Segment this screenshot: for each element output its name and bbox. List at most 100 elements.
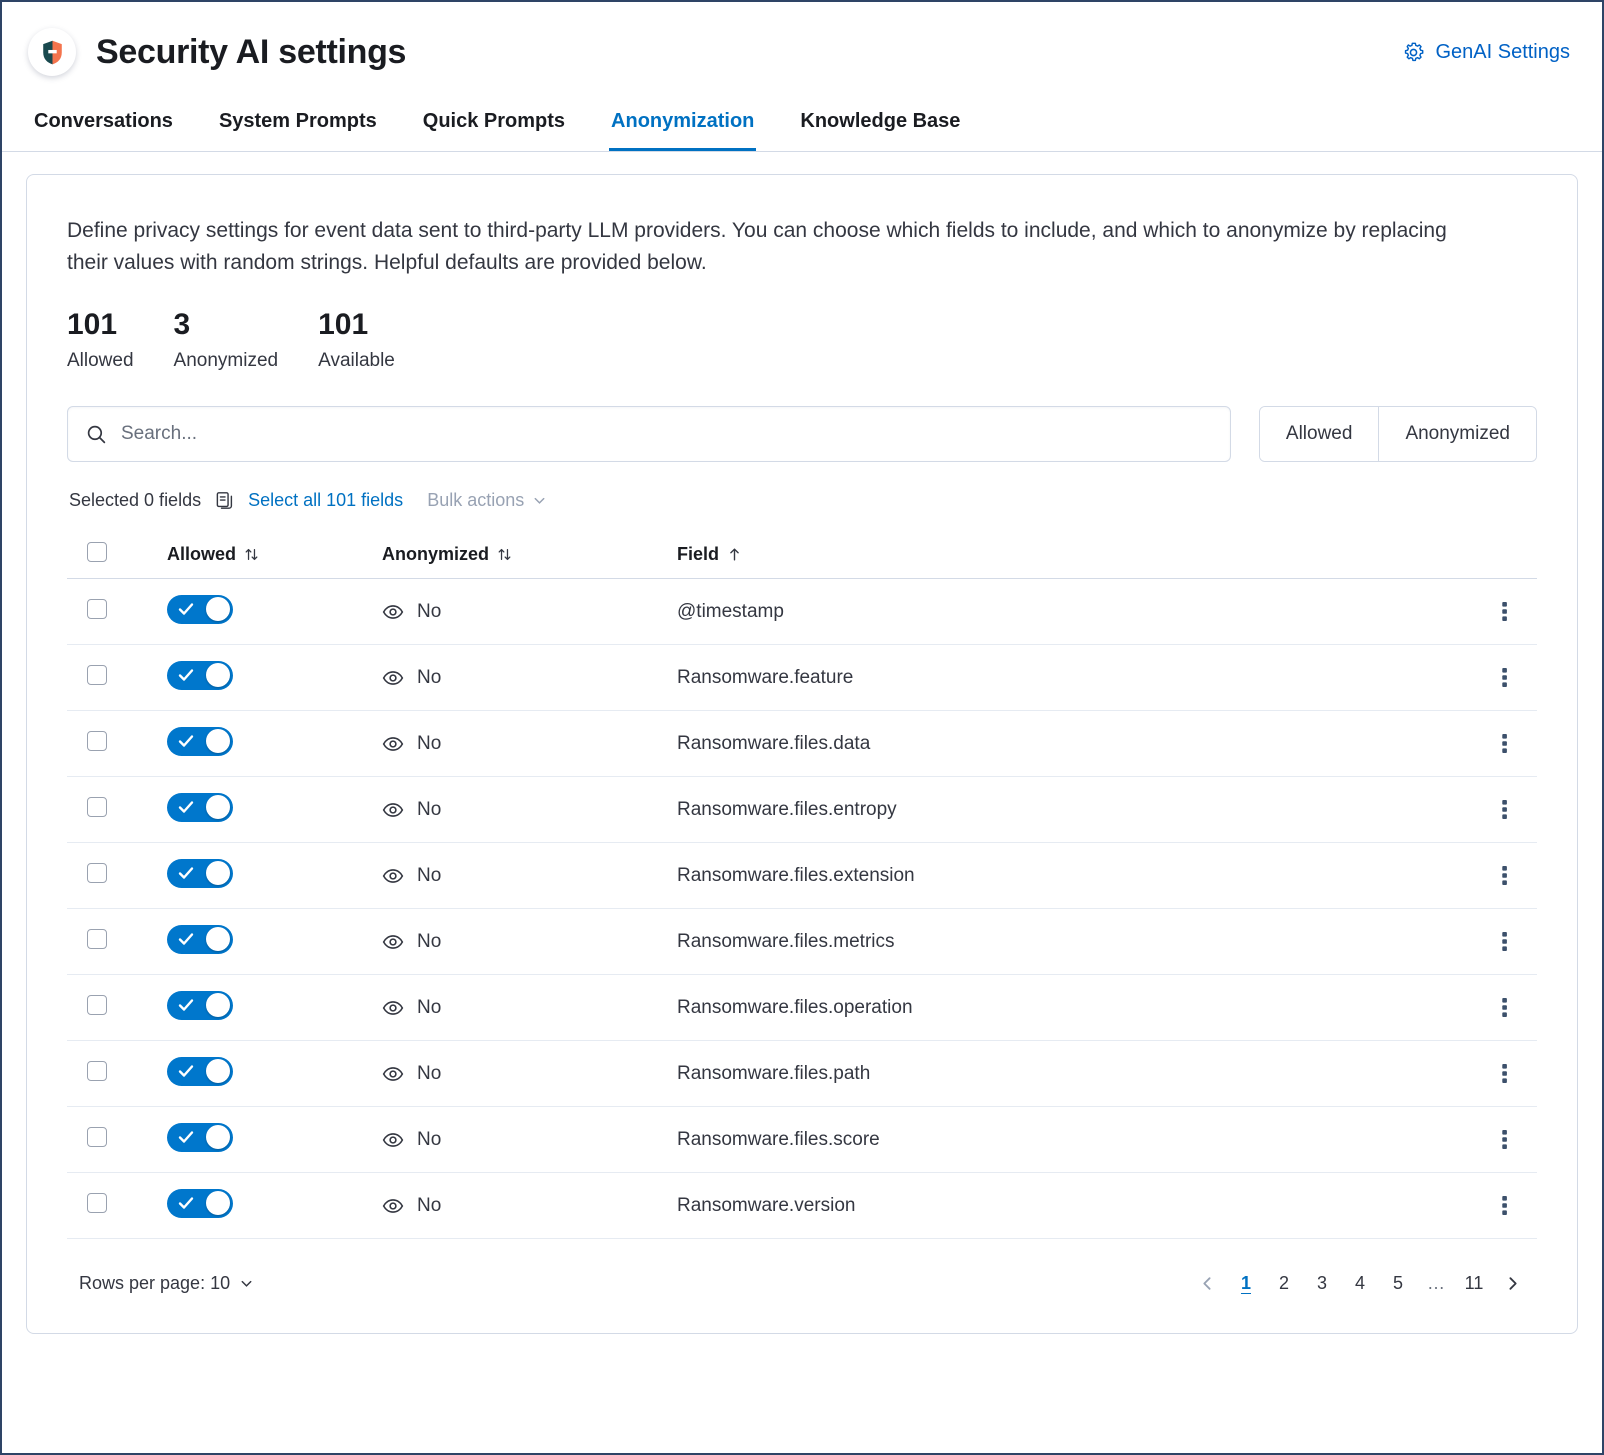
sort-anonymized-button[interactable]: Anonymized	[382, 544, 513, 565]
pagination-page-4[interactable]: 4	[1344, 1267, 1376, 1299]
row-actions-icon[interactable]	[1496, 1124, 1514, 1155]
rows-per-page-label: Rows per page: 10	[79, 1273, 230, 1294]
field-name: Ransomware.files.score	[677, 1129, 880, 1150]
toggle-knob	[206, 927, 230, 951]
allowed-toggle[interactable]	[167, 727, 233, 756]
row-actions-icon[interactable]	[1496, 926, 1514, 957]
stat-value: 101	[67, 308, 134, 342]
allowed-toggle[interactable]	[167, 595, 233, 624]
row-actions-icon[interactable]	[1496, 992, 1514, 1023]
rows-per-page-button[interactable]: Rows per page: 10	[79, 1273, 254, 1294]
bulk-actions-button[interactable]: Bulk actions	[427, 490, 547, 511]
row-actions-icon[interactable]	[1496, 662, 1514, 693]
check-icon	[178, 668, 194, 687]
anonymized-value: No	[417, 997, 441, 1019]
row-actions-icon[interactable]	[1496, 728, 1514, 759]
toggle-knob	[206, 1191, 230, 1215]
field-name: Ransomware.files.extension	[677, 865, 915, 886]
fields-table: Allowed Anonymized	[67, 531, 1537, 1239]
check-icon	[178, 800, 194, 819]
tab-system-prompts[interactable]: System Prompts	[217, 110, 379, 151]
row-actions-icon[interactable]	[1496, 596, 1514, 627]
toggle-knob	[206, 663, 230, 687]
anonymized-value: No	[417, 601, 441, 623]
field-name: @timestamp	[677, 601, 784, 622]
row-checkbox[interactable]	[87, 863, 107, 883]
anonymized-value: No	[417, 865, 441, 887]
pagination-page-3[interactable]: 3	[1306, 1267, 1338, 1299]
allowed-toggle[interactable]	[167, 859, 233, 888]
tab-conversations[interactable]: Conversations	[32, 110, 175, 151]
allowed-toggle[interactable]	[167, 661, 233, 690]
table-row: No Ransomware.feature	[67, 645, 1537, 711]
pagination-page-1[interactable]: 1	[1230, 1267, 1262, 1299]
row-checkbox[interactable]	[87, 731, 107, 751]
stats-row: 101Allowed3Anonymized101Available	[67, 308, 1537, 372]
allowed-toggle[interactable]	[167, 793, 233, 822]
sort-allowed-button[interactable]: Allowed	[167, 544, 260, 565]
row-actions-icon[interactable]	[1496, 794, 1514, 825]
eye-icon	[382, 1129, 404, 1151]
check-icon	[178, 734, 194, 753]
check-icon	[178, 602, 194, 621]
allowed-toggle[interactable]	[167, 925, 233, 954]
field-name: Ransomware.files.entropy	[677, 799, 897, 820]
stat-label: Anonymized	[174, 350, 279, 372]
row-checkbox[interactable]	[87, 665, 107, 685]
search-row: AllowedAnonymized	[67, 406, 1537, 462]
allowed-column-header: Allowed	[167, 544, 236, 565]
filter-anonymized-button[interactable]: Anonymized	[1378, 407, 1536, 461]
pagination-ellipsis: …	[1420, 1267, 1452, 1299]
row-checkbox[interactable]	[87, 1193, 107, 1213]
search-icon	[86, 424, 107, 445]
field-name: Ransomware.files.path	[677, 1063, 870, 1084]
check-icon	[178, 932, 194, 951]
anonymized-value: No	[417, 931, 441, 953]
pagination: 12345…11	[1191, 1267, 1529, 1299]
tab-knowledge-base[interactable]: Knowledge Base	[798, 110, 962, 151]
allowed-toggle[interactable]	[167, 1057, 233, 1086]
row-checkbox[interactable]	[87, 1061, 107, 1081]
toggle-knob	[206, 1059, 230, 1083]
allowed-toggle[interactable]	[167, 1189, 233, 1218]
sortable-icon	[496, 546, 513, 563]
stat-label: Available	[318, 350, 395, 372]
eye-icon	[382, 601, 404, 623]
bulk-actions-label: Bulk actions	[427, 490, 524, 511]
pages-select-icon	[215, 491, 234, 510]
tab-quick-prompts[interactable]: Quick Prompts	[421, 110, 567, 151]
row-actions-icon[interactable]	[1496, 1058, 1514, 1089]
sort-field-button[interactable]: Field	[677, 544, 743, 565]
filter-allowed-button[interactable]: Allowed	[1260, 407, 1379, 461]
tab-anonymization[interactable]: Anonymization	[609, 110, 756, 151]
select-all-checkbox[interactable]	[87, 542, 107, 562]
select-all-link[interactable]: Select all 101 fields	[248, 490, 403, 511]
check-icon	[178, 1130, 194, 1149]
toggle-knob	[206, 729, 230, 753]
stat-allowed: 101Allowed	[67, 308, 134, 372]
pagination-next-icon[interactable]	[1496, 1271, 1529, 1296]
genai-settings-button[interactable]: GenAI Settings	[1402, 41, 1570, 64]
row-checkbox[interactable]	[87, 995, 107, 1015]
row-checkbox[interactable]	[87, 1127, 107, 1147]
selected-count-text: Selected 0 fields	[69, 490, 201, 511]
search-input[interactable]	[121, 423, 1212, 445]
row-actions-icon[interactable]	[1496, 860, 1514, 891]
table-row: No @timestamp	[67, 579, 1537, 645]
pagination-prev-icon[interactable]	[1191, 1271, 1224, 1296]
row-checkbox[interactable]	[87, 929, 107, 949]
anonymization-panel: Define privacy settings for event data s…	[26, 174, 1578, 1334]
allowed-toggle[interactable]	[167, 991, 233, 1020]
stat-value: 101	[318, 308, 395, 342]
eye-icon	[382, 865, 404, 887]
pagination-page-2[interactable]: 2	[1268, 1267, 1300, 1299]
pagination-page-5[interactable]: 5	[1382, 1267, 1414, 1299]
allowed-toggle[interactable]	[167, 1123, 233, 1152]
row-checkbox[interactable]	[87, 797, 107, 817]
search-box[interactable]	[67, 406, 1231, 462]
eye-icon	[382, 931, 404, 953]
pagination-page-11[interactable]: 11	[1458, 1267, 1490, 1299]
row-actions-icon[interactable]	[1496, 1190, 1514, 1221]
field-name: Ransomware.files.operation	[677, 997, 913, 1018]
row-checkbox[interactable]	[87, 599, 107, 619]
